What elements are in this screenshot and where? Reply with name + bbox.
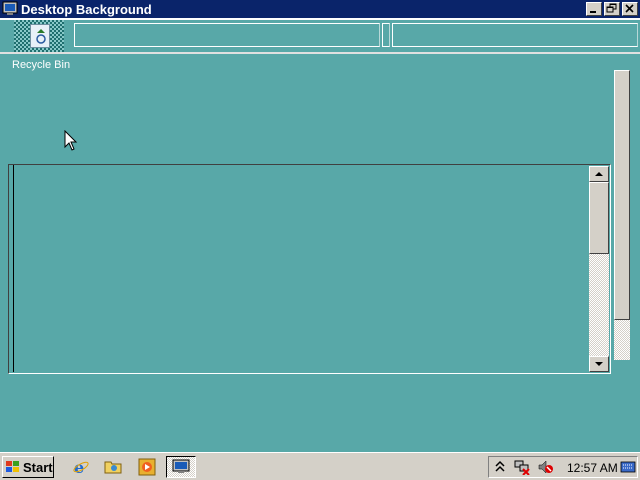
network-icon[interactable]: [513, 459, 531, 475]
right-scrollbar-thumb[interactable]: [614, 70, 630, 320]
title-bar[interactable]: Desktop Background: [0, 0, 640, 18]
toolbar-strip: [0, 18, 640, 54]
strip-field-right: [392, 23, 638, 47]
arrow-down-icon: [595, 362, 603, 366]
clock[interactable]: 12:57 AM: [567, 461, 618, 475]
minimize-icon: [590, 11, 596, 13]
strip-separator: [382, 23, 390, 47]
panel-scrollbar[interactable]: [589, 166, 609, 372]
volume-muted-icon[interactable]: [537, 459, 553, 475]
folder-icon[interactable]: [104, 458, 122, 476]
internet-explorer-icon[interactable]: e: [72, 458, 90, 476]
recycle-bin-label[interactable]: Recycle Bin: [12, 59, 70, 71]
expand-arrow-icon[interactable]: [495, 460, 505, 474]
media-player-icon[interactable]: [138, 458, 156, 476]
restore-icon: [606, 3, 617, 13]
strip-field-left: [74, 23, 380, 47]
taskbar-window-button[interactable]: [166, 456, 196, 478]
display-properties-icon: [2, 1, 18, 15]
content-area: [13, 165, 591, 372]
content-panel: [8, 164, 611, 374]
scroll-up-button[interactable]: [589, 166, 609, 182]
taskbar: Start e 12:57 AM: [0, 452, 640, 480]
start-label: Start: [23, 459, 53, 475]
windows-logo-icon: [6, 461, 19, 472]
start-button[interactable]: Start: [2, 456, 54, 478]
close-icon: [625, 4, 634, 13]
close-button[interactable]: [622, 2, 638, 16]
system-tray: 12:57 AM: [488, 456, 638, 478]
recycle-bin-icon[interactable]: [14, 20, 64, 52]
panel-scrollbar-thumb[interactable]: [589, 182, 609, 254]
window-title: Desktop Background: [21, 1, 152, 17]
trash-can-icon: [30, 24, 50, 48]
minimize-button[interactable]: [586, 2, 602, 16]
mouse-pointer-icon: [64, 130, 78, 151]
display-properties-icon: [172, 459, 190, 473]
keyboard-icon[interactable]: [620, 460, 636, 474]
scroll-down-button[interactable]: [589, 356, 609, 372]
right-scrollbar[interactable]: [614, 70, 630, 360]
arrow-up-icon: [595, 172, 603, 176]
restore-button[interactable]: [604, 2, 620, 16]
